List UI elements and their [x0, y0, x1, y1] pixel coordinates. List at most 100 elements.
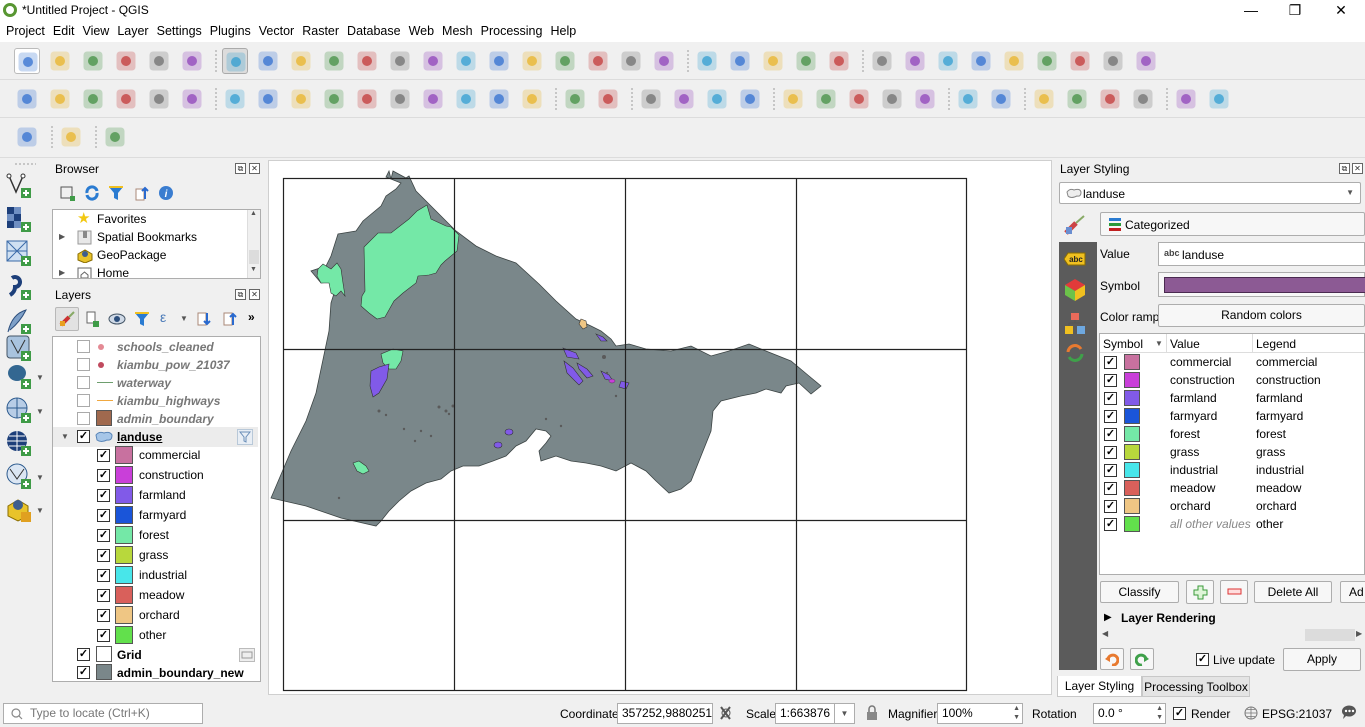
- new-temporary-layer-icon[interactable]: [146, 86, 172, 112]
- metasearch-browse-icon[interactable]: [988, 86, 1014, 112]
- tab-processing-toolbox[interactable]: Processing Toolbox: [1142, 676, 1250, 697]
- style-manager-icon[interactable]: [179, 48, 205, 74]
- text-annotation-icon[interactable]: [1133, 48, 1159, 74]
- osm-plugin-icon[interactable]: [1097, 86, 1123, 112]
- category-checkbox[interactable]: ✓: [1104, 410, 1117, 423]
- color-ramp-button[interactable]: Random colors: [1158, 304, 1365, 327]
- dropdown-arrow-icon[interactable]: ▼: [36, 473, 44, 482]
- layer-item-landuse[interactable]: ▼ ✓ landuse: [53, 427, 258, 447]
- add-postgis-layer-icon[interactable]: [6, 363, 32, 389]
- new-shapefile-layer-icon[interactable]: [80, 86, 106, 112]
- add-wms-layer-icon[interactable]: [6, 397, 32, 423]
- layer-visibility-checkbox[interactable]: [77, 340, 90, 353]
- apply-button[interactable]: Apply: [1283, 648, 1361, 671]
- close-button[interactable]: ✕: [1318, 0, 1364, 22]
- statistical-summary-icon[interactable]: [968, 48, 994, 74]
- new-spatialite-layer-icon[interactable]: [113, 86, 139, 112]
- value-field-selector[interactable]: abc landuse: [1158, 242, 1365, 266]
- category-legend[interactable]: meadow: [1256, 479, 1301, 497]
- browser-item-geopackage[interactable]: GeoPackage: [53, 246, 243, 264]
- filter-icon[interactable]: [108, 185, 124, 201]
- menu-processing[interactable]: Processing: [477, 22, 547, 38]
- labels-tab-icon[interactable]: abc: [1064, 252, 1086, 266]
- render-checkbox[interactable]: ✓: [1173, 707, 1186, 720]
- menu-raster[interactable]: Raster: [298, 22, 343, 38]
- map-canvas[interactable]: [268, 160, 1052, 695]
- category-symbol-swatch[interactable]: [1124, 426, 1140, 442]
- browser-item-home[interactable]: ▶ Home: [53, 264, 243, 278]
- filter-legend-icon[interactable]: [134, 311, 150, 327]
- filter-by-expression-icon[interactable]: ε: [160, 309, 166, 325]
- layer-item-admin-boundary-new[interactable]: ✓ admin_boundary_new: [53, 663, 258, 681]
- more-tools-icon[interactable]: »: [248, 310, 255, 324]
- add-wcs-layer-icon[interactable]: [6, 463, 32, 489]
- landuse-category-item[interactable]: ✓ farmland: [53, 485, 258, 505]
- category-value[interactable]: industrial: [1170, 461, 1218, 479]
- history-tab-icon[interactable]: [1064, 342, 1086, 364]
- zoom-next-icon[interactable]: [519, 48, 545, 74]
- column-header-value[interactable]: Value: [1170, 335, 1200, 353]
- layer-diagram-icon[interactable]: [671, 86, 697, 112]
- zoom-to-selection-icon[interactable]: [387, 48, 413, 74]
- category-symbol-swatch[interactable]: [1124, 444, 1140, 460]
- category-value[interactable]: farmland: [1170, 389, 1217, 407]
- add-group-icon[interactable]: [84, 311, 100, 327]
- refresh-icon[interactable]: [84, 185, 100, 201]
- select-by-value-icon[interactable]: [826, 48, 852, 74]
- category-value[interactable]: orchard: [1170, 497, 1211, 515]
- category-value[interactable]: grass: [1170, 443, 1199, 461]
- menu-vector[interactable]: Vector: [255, 22, 298, 38]
- layer-item-grid[interactable]: ✓ Grid: [53, 645, 258, 665]
- category-table-row[interactable]: ✓ farmyard farmyard: [1100, 407, 1364, 425]
- symbol-button[interactable]: [1158, 272, 1365, 297]
- close-panel-button[interactable]: ✕: [1352, 163, 1363, 174]
- diagrams-tab-icon[interactable]: [1064, 312, 1086, 336]
- category-checkbox[interactable]: ✓: [1104, 374, 1117, 387]
- category-checkbox[interactable]: ✓: [1104, 428, 1117, 441]
- current-edits-icon[interactable]: [222, 86, 248, 112]
- qgis2web-icon[interactable]: [102, 124, 128, 150]
- menu-edit[interactable]: Edit: [49, 22, 79, 38]
- dropdown-arrow-icon[interactable]: ▼: [180, 314, 188, 323]
- new-geopackage-layer-icon[interactable]: [47, 86, 73, 112]
- category-symbol-swatch[interactable]: [1124, 408, 1140, 424]
- undo-icon[interactable]: [562, 86, 588, 112]
- category-symbol-swatch[interactable]: [1124, 498, 1140, 514]
- category-value[interactable]: construction: [1170, 371, 1235, 389]
- column-header-legend[interactable]: Legend: [1256, 335, 1296, 353]
- show-unplaced-icon[interactable]: [879, 86, 905, 112]
- symbology-tab-icon[interactable]: [1064, 215, 1086, 237]
- map-tips-icon[interactable]: [1100, 48, 1126, 74]
- category-visibility-checkbox[interactable]: ✓: [97, 469, 110, 482]
- category-visibility-checkbox[interactable]: ✓: [97, 569, 110, 582]
- measure-icon[interactable]: [1067, 48, 1093, 74]
- new-3d-map-view-icon[interactable]: [585, 48, 611, 74]
- landuse-category-item[interactable]: ✓ farmyard: [53, 505, 258, 525]
- zoom-full-icon[interactable]: [354, 48, 380, 74]
- paste-features-icon[interactable]: [519, 86, 545, 112]
- save-project-icon[interactable]: [80, 48, 106, 74]
- locator-icon[interactable]: [58, 124, 84, 150]
- dropdown-arrow-icon[interactable]: ▼: [36, 407, 44, 416]
- category-visibility-checkbox[interactable]: ✓: [97, 589, 110, 602]
- landuse-category-item[interactable]: ✓ commercial: [53, 445, 258, 465]
- zoom-to-layer-icon[interactable]: [420, 48, 446, 74]
- category-legend[interactable]: farmland: [1256, 389, 1303, 407]
- show-bookmarks-icon[interactable]: [651, 48, 677, 74]
- category-value[interactable]: meadow: [1170, 479, 1215, 497]
- show-hide-labels-icon[interactable]: [737, 86, 763, 112]
- locator-search-input[interactable]: Type to locate (Ctrl+K): [3, 703, 203, 724]
- category-table-row[interactable]: ✓ forest forest: [1100, 425, 1364, 443]
- layer-visibility-checkbox[interactable]: [77, 394, 90, 407]
- layout-manager-icon[interactable]: [146, 48, 172, 74]
- landuse-category-item[interactable]: ✓ construction: [53, 465, 258, 485]
- modify-attributes-icon[interactable]: [387, 86, 413, 112]
- new-map-view-icon[interactable]: [552, 48, 578, 74]
- copy-features-icon[interactable]: [486, 86, 512, 112]
- landuse-category-item[interactable]: ✓ orchard: [53, 605, 258, 625]
- crs-label[interactable]: EPSG:21037: [1262, 707, 1332, 721]
- category-table-row[interactable]: ✓ grass grass: [1100, 443, 1364, 461]
- category-symbol-swatch[interactable]: [1124, 462, 1140, 478]
- add-mesh-layer-icon[interactable]: [6, 240, 32, 266]
- move-label-icon[interactable]: [780, 86, 806, 112]
